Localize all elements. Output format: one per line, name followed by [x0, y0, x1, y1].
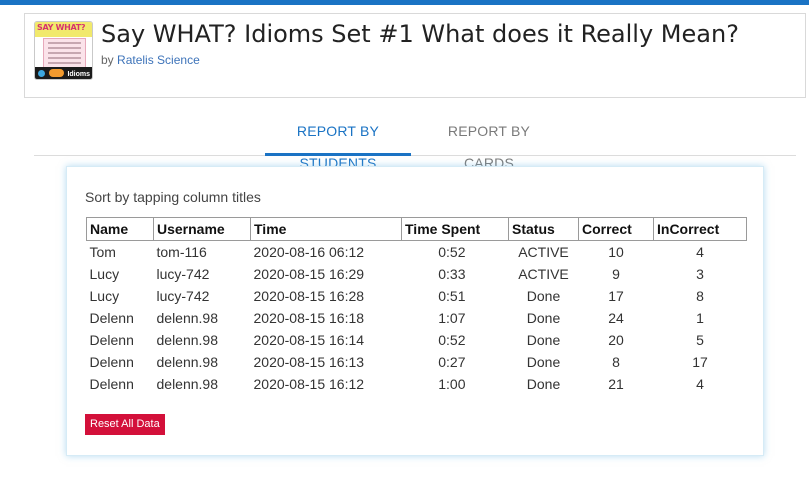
table-row: Delenn delenn.98 2020-08-15 16:12 1:00 D…: [87, 373, 747, 395]
cell-name: Lucy: [89, 265, 120, 282]
byline-prefix: by: [101, 53, 114, 67]
cell-time: 2020-08-15 16:29: [253, 265, 365, 282]
cell-time: 2020-08-15 16:18: [253, 309, 365, 326]
top-accent-bar: [0, 0, 809, 5]
cell-status: ACTIVE: [518, 265, 569, 282]
cell-username: delenn.98: [156, 353, 219, 370]
cell-name: Delenn: [89, 331, 134, 348]
cell-correct: 24: [608, 309, 624, 326]
column-header-time-spent[interactable]: Time Spent: [401, 217, 509, 241]
column-header-status[interactable]: Status: [508, 217, 579, 241]
cell-username: delenn.98: [156, 375, 219, 392]
table-row: Delenn delenn.98 2020-08-15 16:18 1:07 D…: [87, 307, 747, 329]
cell-incorrect: 4: [696, 243, 704, 260]
table-row: Lucy lucy-742 2020-08-15 16:29 0:33 ACTI…: [87, 263, 747, 285]
report-tabs: REPORT BY STUDENTS REPORT BY CARDS: [34, 115, 796, 171]
cell-time-spent: 1:00: [438, 375, 466, 392]
table-row: Delenn delenn.98 2020-08-15 16:13 0:27 D…: [87, 351, 747, 373]
cell-time: 2020-08-15 16:28: [253, 287, 365, 304]
cell-time-spent: 0:51: [438, 287, 466, 304]
cell-correct: 21: [608, 375, 624, 392]
deck-header: SAY WHAT? Idioms Say WHAT? Idioms Set #1…: [24, 13, 806, 98]
cell-username: lucy-742: [156, 265, 210, 282]
tab-report-by-students[interactable]: REPORT BY STUDENTS: [265, 115, 411, 171]
sort-hint: Sort by tapping column titles: [85, 189, 261, 205]
cell-username: lucy-742: [156, 287, 210, 304]
column-header-time[interactable]: Time: [250, 217, 402, 241]
table-row: Tom tom-116 2020-08-16 06:12 0:52 ACTIVE…: [87, 241, 747, 263]
cell-name: Delenn: [89, 309, 134, 326]
cell-username: tom-116: [156, 243, 207, 260]
deck-byline: by Ratelis Science: [101, 53, 200, 67]
report-panel: Sort by tapping column titles Name Usern…: [66, 166, 764, 456]
cell-time-spent: 0:27: [438, 353, 466, 370]
cell-status: Done: [526, 287, 561, 304]
cell-status: Done: [526, 309, 561, 326]
cell-time: 2020-08-15 16:13: [253, 353, 365, 370]
column-header-username[interactable]: Username: [153, 217, 251, 241]
cell-status: Done: [526, 331, 561, 348]
cell-username: delenn.98: [156, 331, 219, 348]
cell-incorrect: 3: [696, 265, 704, 282]
cell-correct: 8: [612, 353, 620, 370]
table-header-row: Name Username Time Time Spent Status Cor…: [86, 217, 747, 241]
cell-status: Done: [526, 353, 561, 370]
cell-correct: 9: [612, 265, 620, 282]
cell-time: 2020-08-16 06:12: [253, 243, 365, 260]
cell-correct: 20: [608, 331, 624, 348]
table-row: Delenn delenn.98 2020-08-15 16:14 0:52 D…: [87, 329, 747, 351]
cell-username: delenn.98: [156, 309, 219, 326]
thumbnail-title: SAY WHAT?: [37, 23, 86, 32]
column-header-incorrect[interactable]: InCorrect: [653, 217, 747, 241]
cell-incorrect: 8: [696, 287, 704, 304]
cell-incorrect: 1: [696, 309, 704, 326]
cell-correct: 10: [608, 243, 624, 260]
column-header-correct[interactable]: Correct: [578, 217, 654, 241]
author-link[interactable]: Ratelis Science: [117, 53, 200, 67]
deck-title: Say WHAT? Idioms Set #1 What does it Rea…: [101, 20, 739, 48]
cell-incorrect: 17: [692, 353, 708, 370]
cell-incorrect: 4: [696, 375, 704, 392]
cell-name: Lucy: [89, 287, 120, 304]
cell-name: Delenn: [89, 353, 134, 370]
cell-time-spent: 0:33: [438, 265, 466, 282]
student-report-table: Name Username Time Time Spent Status Cor…: [86, 217, 747, 395]
cell-time-spent: 0:52: [438, 243, 466, 260]
cell-time: 2020-08-15 16:14: [253, 331, 365, 348]
cell-status: ACTIVE: [518, 243, 569, 260]
column-header-name[interactable]: Name: [86, 217, 154, 241]
reset-all-data-button[interactable]: Reset All Data: [85, 414, 165, 435]
deck-thumbnail: SAY WHAT? Idioms: [34, 21, 93, 80]
cell-name: Delenn: [89, 375, 134, 392]
cell-time: 2020-08-15 16:12: [253, 375, 365, 392]
table-row: Lucy lucy-742 2020-08-15 16:28 0:51 Done…: [87, 285, 747, 307]
cell-status: Done: [526, 375, 561, 392]
cell-time-spent: 1:07: [438, 309, 466, 326]
cell-correct: 17: [608, 287, 624, 304]
thumbnail-label: Idioms: [67, 71, 90, 78]
cell-incorrect: 5: [696, 331, 704, 348]
cell-time-spent: 0:52: [438, 331, 466, 348]
cell-name: Tom: [89, 243, 116, 260]
tab-report-by-cards[interactable]: REPORT BY CARDS: [426, 115, 552, 171]
